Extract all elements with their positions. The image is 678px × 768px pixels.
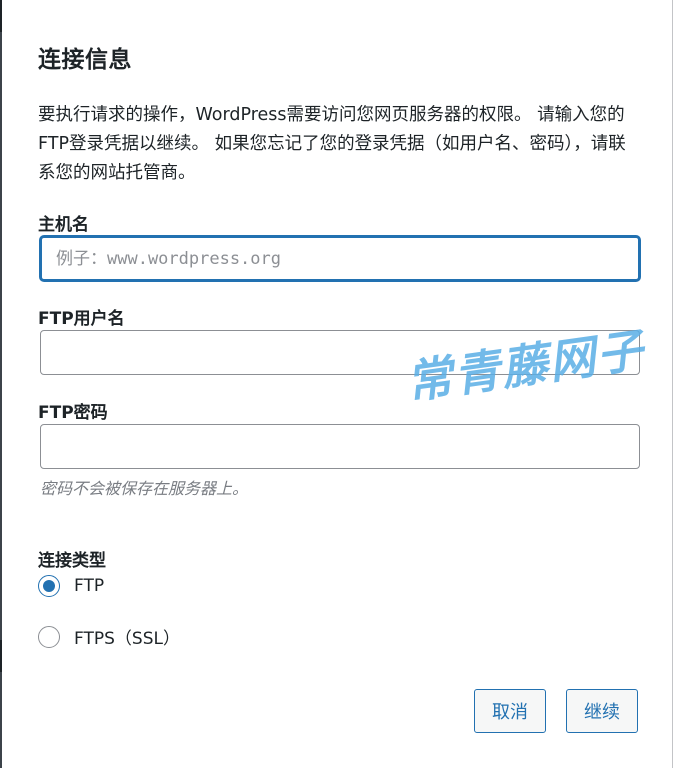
radio-selected-dot <box>43 580 55 592</box>
connection-option-ftps[interactable]: FTPS（SSL） <box>38 624 180 649</box>
cancel-button[interactable]: 取消 <box>474 689 546 733</box>
password-hint: 密码不会被保存在服务器上。 <box>40 479 249 498</box>
radio-ftp[interactable] <box>38 575 60 597</box>
connection-option-ftp[interactable]: FTP <box>38 575 104 597</box>
username-input[interactable] <box>40 330 640 375</box>
password-label: FTP密码 <box>38 403 108 423</box>
dialog-intro: 要执行请求的操作，WordPress需要访问您网页服务器的权限。 请输入您的FT… <box>38 105 626 183</box>
hostname-label: 主机名 <box>38 215 89 235</box>
proceed-button[interactable]: 继续 <box>566 689 638 733</box>
connection-type-label: 连接类型 <box>38 551 106 571</box>
password-input[interactable] <box>40 424 640 469</box>
dialog-scrollbar[interactable] <box>672 0 678 768</box>
hostname-input[interactable] <box>40 236 640 281</box>
ftp-credentials-dialog: 连接信息 要执行请求的操作，WordPress需要访问您网页服务器的权限。 请输… <box>0 0 672 768</box>
radio-ftps-label[interactable]: FTPS（SSL） <box>74 624 180 649</box>
username-label: FTP用户名 <box>38 309 125 329</box>
dialog-title: 连接信息 <box>38 47 132 73</box>
radio-ftp-label[interactable]: FTP <box>74 576 104 596</box>
radio-ftps[interactable] <box>38 625 60 648</box>
